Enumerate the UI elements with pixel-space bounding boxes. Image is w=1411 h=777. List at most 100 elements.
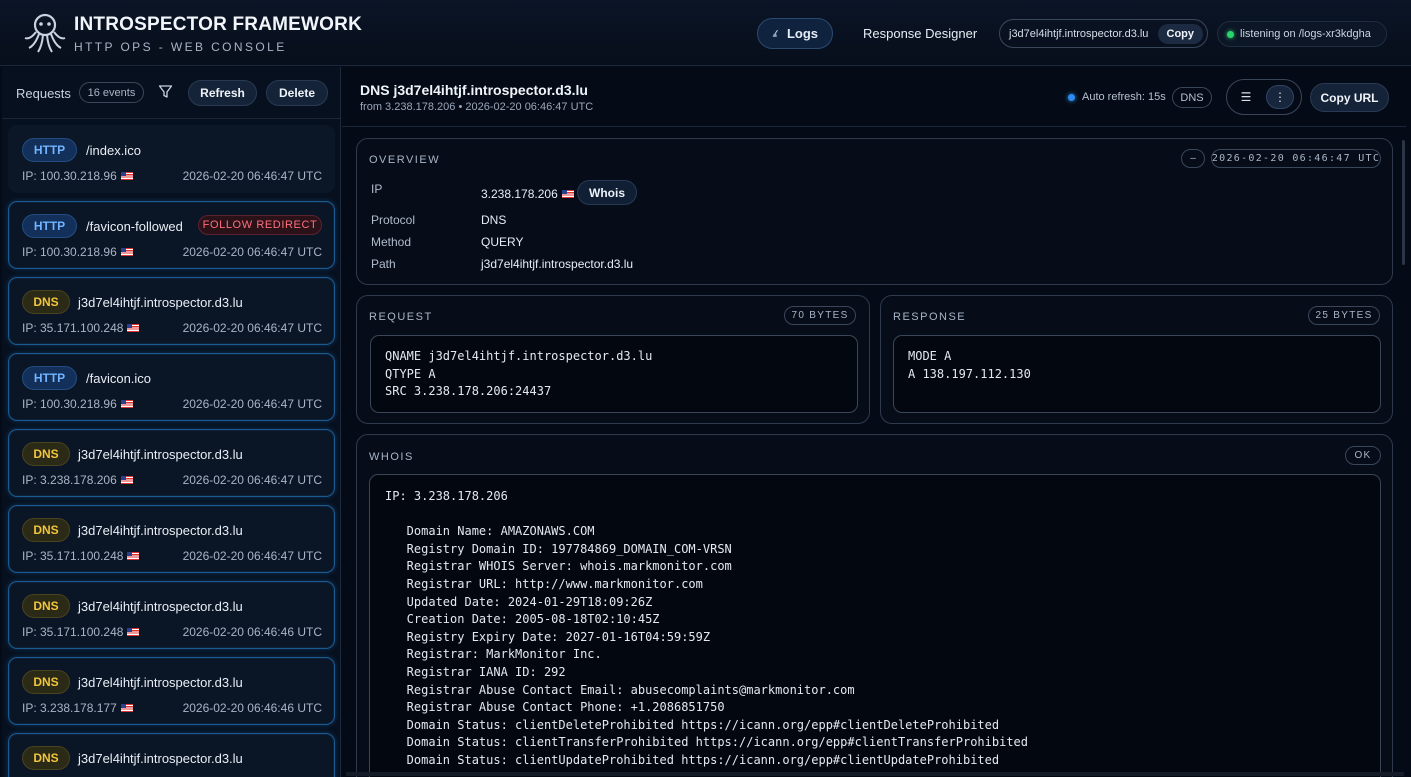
us-flag-icon xyxy=(120,704,133,712)
request-path: j3d7el4ihtjf.introspector.d3.lu xyxy=(78,295,243,310)
view-toggle: ☰ ⋮ xyxy=(1226,79,1302,115)
whois-button[interactable]: Whois xyxy=(577,180,637,205)
method-key: Method xyxy=(371,235,412,249)
response-body: MODE A A 138.197.112.130 xyxy=(893,335,1381,413)
nav-response-designer-button[interactable]: Response Designer xyxy=(842,18,988,49)
copy-host-button[interactable]: Copy xyxy=(1157,23,1203,44)
overview-label: OVERVIEW xyxy=(369,154,441,166)
request-path: j3d7el4ihtjf.introspector.d3.lu xyxy=(78,447,243,462)
request-card: REQUEST 70 BYTES QNAME j3d7el4ihtjf.intr… xyxy=(356,295,870,424)
copy-url-button[interactable]: Copy URL xyxy=(1310,83,1389,112)
request-list-item[interactable]: DNS j3d7el4ihtjf.introspector.d3.lu IP: 3.… xyxy=(8,657,335,725)
requests-title: Requests xyxy=(16,86,71,101)
dns-badge: DNS xyxy=(22,594,70,618)
request-path: /favicon.ico xyxy=(86,371,152,386)
request-time: 2026-02-20 06:46:47 UTC xyxy=(182,473,322,487)
request-list-item[interactable]: DNS j3d7el4ihtjf.introspector.d3.lu IP: 3.… xyxy=(8,429,335,497)
whois-status: OK xyxy=(1345,446,1381,465)
overview-timestamp: 2026-02-20 06:46:47 UTC xyxy=(1211,149,1381,168)
request-ip: IP: 35.171.100.248 xyxy=(22,321,140,335)
refresh-button[interactable]: Refresh xyxy=(188,80,257,106)
dns-badge: DNS xyxy=(22,290,70,314)
request-path: j3d7el4ihtjf.introspector.d3.lu xyxy=(78,675,243,690)
request-list-item[interactable]: HTTP/favicon-followed FOLLOW REDIRECT IP: … xyxy=(8,201,335,269)
request-list-item[interactable]: HTTP/index.ico IP: 100.30.218.96 2026-02-2… xyxy=(8,125,335,193)
us-flag-icon xyxy=(127,552,140,560)
protocol-tag: DNS xyxy=(1172,87,1212,108)
delete-button[interactable]: Delete xyxy=(266,80,328,106)
request-label: REQUEST xyxy=(369,311,433,323)
request-list-item[interactable]: DNS j3d7el4ihtjf.introspector.d3.lu IP: 35… xyxy=(8,505,335,573)
request-bytes: 70 BYTES xyxy=(784,306,856,325)
us-flag-icon xyxy=(120,400,133,408)
horizontal-scrollbar[interactable] xyxy=(346,772,1404,776)
request-time: 2026-02-20 06:46:46 UTC xyxy=(182,701,322,715)
request-path: j3d7el4ihtjf.introspector.d3.lu xyxy=(78,523,243,538)
response-bytes: 25 BYTES xyxy=(1308,306,1380,325)
request-list-item[interactable]: DNS j3d7el4ihtjf.introspector.d3.lu IP: 35… xyxy=(8,581,335,649)
request-list-item[interactable]: HTTP/favicon.ico IP: 100.30.218.96 2026-02… xyxy=(8,353,335,421)
response-label: RESPONSE xyxy=(893,311,967,323)
dns-badge: DNS xyxy=(22,442,70,466)
nav-response-designer-label: Response Designer xyxy=(863,26,978,41)
host-address: j3d7el4ihtjf.introspector.d3.lu xyxy=(1009,27,1149,40)
dns-badge: DNS xyxy=(22,670,70,694)
http-badge: HTTP xyxy=(22,138,77,162)
request-ip: IP: 3.238.178.206 xyxy=(22,473,133,487)
request-time: 2026-02-20 06:46:46 UTC xyxy=(182,625,322,639)
request-time: 2026-02-20 06:46:47 UTC xyxy=(182,549,322,563)
us-flag-icon xyxy=(127,628,140,636)
auto-refresh-label: Auto refresh: 15s xyxy=(1082,91,1166,103)
us-flag-icon xyxy=(561,190,574,198)
nav-logs-label: Logs xyxy=(786,26,818,41)
events-count-badge: 16 events xyxy=(79,82,144,103)
request-ip: IP: 100.30.218.96 xyxy=(22,245,133,259)
response-card: RESPONSE 25 BYTES MODE A A 138.197.112.1… xyxy=(880,295,1393,424)
request-ip: IP: 3.238.178.177 xyxy=(22,701,133,715)
refresh-dot-icon xyxy=(1068,93,1075,101)
app-subtitle: HTTP OPS - WEB CONSOLE xyxy=(74,40,287,54)
detail-title: DNS j3d7el4ihtjf.introspector.d3.lu xyxy=(360,82,588,98)
request-time: 2026-02-20 06:46:47 UTC xyxy=(182,397,322,411)
request-path: /favicon-followed xyxy=(86,219,183,234)
request-time: 2026-02-20 06:46:47 UTC xyxy=(182,321,322,335)
http-badge: HTTP xyxy=(22,214,77,238)
path-value: j3d7el4ihtjf.introspector.d3.lu xyxy=(481,257,634,271)
request-ip: IP: 35.171.100.248 xyxy=(22,549,140,563)
request-ip: IP: 100.30.218.96 xyxy=(22,397,133,411)
whois-label: WHOIS xyxy=(369,451,414,463)
us-flag-icon xyxy=(120,172,133,180)
list-view-icon[interactable]: ☰ xyxy=(1232,85,1260,109)
overview-card: OVERVIEW – 2026-02-20 06:46:47 UTC IP 3.… xyxy=(356,138,1393,285)
requests-panel: Requests 16 events Refresh Delete HTTP/i… xyxy=(2,67,341,777)
collapse-button[interactable]: – xyxy=(1181,149,1205,168)
http-badge: HTTP xyxy=(22,366,77,390)
dns-badge: DNS xyxy=(22,518,70,542)
protocol-value: DNS xyxy=(481,213,507,227)
request-ip: IP: 100.30.218.96 xyxy=(22,169,133,183)
request-path: j3d7el4ihtjf.introspector.d3.lu xyxy=(78,751,243,766)
detail-subtitle: from 3.238.178.206 • 2026-02-20 06:46:47… xyxy=(360,101,594,113)
request-path: j3d7el4ihtjf.introspector.d3.lu xyxy=(78,599,243,614)
dns-badge: DNS xyxy=(22,746,70,770)
follow-redirect-tag: FOLLOW REDIRECT xyxy=(198,215,322,235)
request-path: /index.ico xyxy=(86,143,141,158)
request-list-item[interactable]: DNS j3d7el4ihtjf.introspector.d3.lu xyxy=(8,733,335,777)
request-time: 2026-02-20 06:46:47 UTC xyxy=(182,245,322,259)
detail-scrollbar[interactable] xyxy=(1402,140,1405,265)
app-title: INTROSPECTOR FRAMEWORK xyxy=(74,14,362,35)
filter-icon[interactable] xyxy=(158,84,173,99)
whois-card: WHOIS OK IP: 3.238.178.206 Domain Name: … xyxy=(356,434,1393,777)
nav-logs-button[interactable]: Logs xyxy=(757,18,833,49)
request-list-item[interactable]: DNS j3d7el4ihtjf.introspector.d3.lu IP: 35… xyxy=(8,277,335,345)
request-body: QNAME j3d7el4ihtjf.introspector.d3.lu QT… xyxy=(370,335,858,413)
detail-header: DNS j3d7el4ihtjf.introspector.d3.lu from… xyxy=(342,67,1406,127)
more-options-icon[interactable]: ⋮ xyxy=(1266,85,1294,109)
ip-key: IP xyxy=(371,182,383,196)
request-ip: IP: 35.171.100.248 xyxy=(22,625,140,639)
top-bar: INTROSPECTOR FRAMEWORK HTTP OPS - WEB CO… xyxy=(0,0,1411,66)
path-key: Path xyxy=(371,257,396,271)
ip-value: 3.238.178.206 xyxy=(481,187,574,201)
protocol-key: Protocol xyxy=(371,213,416,227)
auto-refresh-indicator[interactable]: Auto refresh: 15s xyxy=(1068,91,1166,103)
